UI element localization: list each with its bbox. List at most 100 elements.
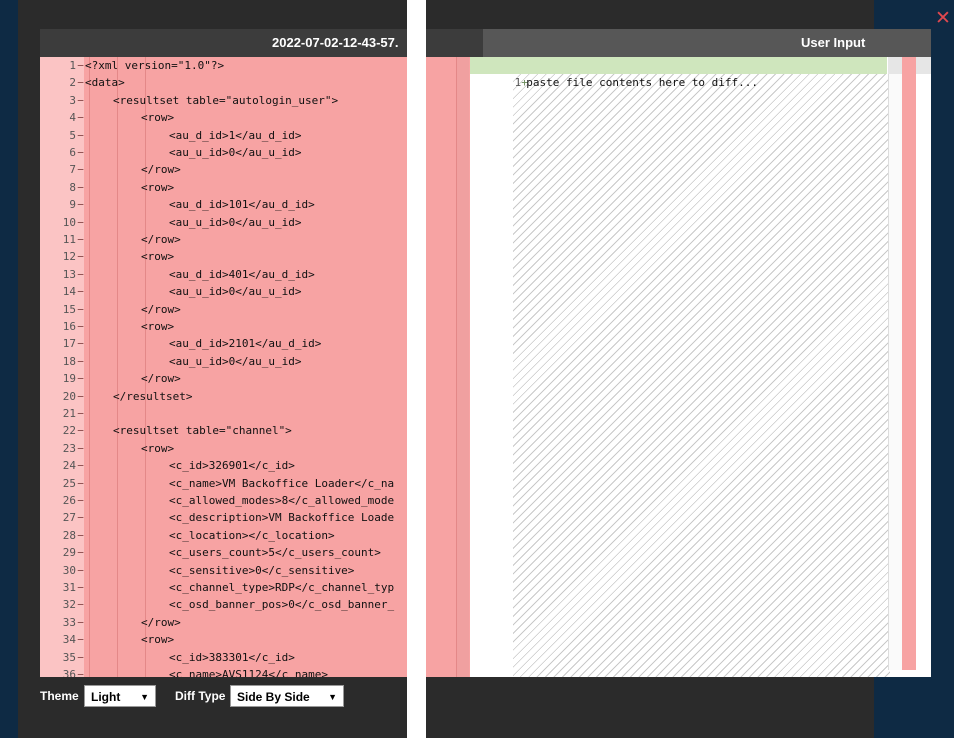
removed-marker: −: [77, 633, 84, 647]
code-line: 2−<data>: [40, 74, 407, 91]
diff-type-label: Diff Type: [175, 689, 226, 703]
code-text: </row>: [141, 233, 181, 246]
code-line: 4− <row>: [40, 109, 407, 126]
left-code-view[interactable]: 1−<?xml version="1.0"?> 2−<data> 3− <result…: [40, 57, 407, 677]
right-line-1[interactable]: 1+paste file contents here to diff...: [470, 57, 887, 89]
code-line: 19− </row>: [40, 370, 407, 387]
code-text: <au_d_id>401</au_d_id>: [169, 267, 315, 281]
code-text: <c_id>326901</c_id>: [169, 459, 295, 473]
code-line: 12− <row>: [40, 248, 407, 265]
removed-marker: −: [77, 563, 84, 577]
code-line: 11− </row>: [40, 231, 407, 248]
code-text: <row>: [141, 320, 175, 333]
chevron-down-icon: ▼: [140, 692, 149, 702]
line-number: 20: [62, 389, 76, 403]
line-number: 26: [62, 494, 76, 507]
code-text: </row>: [141, 615, 181, 629]
right-removed-gutter: [456, 57, 469, 677]
right-minimap: [888, 74, 903, 670]
removed-marker: −: [77, 163, 84, 177]
code-text: <c_location></c_location>: [169, 528, 335, 542]
code-text: <row>: [141, 633, 175, 647]
removed-marker: −: [77, 76, 84, 90]
line-number: 2: [69, 76, 76, 90]
right-file-header: User Input: [483, 29, 931, 57]
removed-marker: −: [77, 494, 84, 507]
code-line: 9− <au_d_id>101</au_d_id>: [40, 196, 407, 213]
code-text: </resultset>: [113, 389, 193, 403]
code-line: 27− <c_description>VM Backoffice Loade: [40, 509, 407, 526]
removed-marker: −: [77, 111, 84, 125]
code-text: <resultset table="channel">: [113, 424, 292, 438]
code-text: <au_d_id>2101</au_d_id>: [169, 337, 322, 351]
code-line: 20− </resultset>: [40, 388, 407, 405]
code-text: <row>: [141, 111, 175, 125]
removed-marker: −: [77, 389, 84, 403]
line-number: 4: [69, 111, 76, 125]
line-number: 1: [69, 59, 76, 72]
line-number: 27: [62, 511, 76, 525]
code-text: <au_u_id>0</au_u_id>: [169, 354, 302, 368]
line-number: 10: [62, 215, 76, 229]
code-line: 14− <au_u_id>0</au_u_id>: [40, 283, 407, 300]
code-line: 15− </row>: [40, 301, 407, 318]
code-line: 17− <au_d_id>2101</au_d_id>: [40, 335, 407, 352]
line-number: 23: [62, 441, 76, 455]
code-line: 29− <c_users_count>5</c_users_count>: [40, 544, 407, 561]
removed-marker: −: [77, 198, 84, 212]
code-text: <row>: [141, 250, 175, 264]
close-icon[interactable]: ✕: [934, 9, 952, 28]
line-number: 7: [69, 163, 76, 177]
code-line: 24− <c_id>326901</c_id>: [40, 457, 407, 474]
code-text: <c_description>VM Backoffice Loade: [169, 511, 395, 525]
code-text: <c_sensitive>0</c_sensitive>: [169, 563, 355, 577]
removed-marker: −: [77, 441, 84, 455]
line-number: 12: [62, 250, 76, 264]
code-text: <au_u_id>0</au_u_id>: [169, 285, 302, 299]
line-number: 5: [69, 128, 76, 142]
code-line: 31− <c_channel_type>RDP</c_channel_typ: [40, 579, 407, 596]
removed-marker: −: [77, 459, 84, 473]
removed-marker: −: [77, 337, 84, 351]
removed-marker: −: [77, 650, 84, 664]
removed-marker: −: [77, 511, 84, 525]
code-text: <au_u_id>0</au_u_id>: [169, 215, 302, 229]
removed-marker: −: [77, 546, 84, 560]
code-line: 36− <c_name>AVS1124</c_name>: [40, 666, 407, 677]
code-line: 25− <c_name>VM Backoffice Loader</c_na: [40, 475, 407, 492]
right-header-gap: [426, 29, 483, 57]
right-scrollbar[interactable]: [902, 57, 916, 670]
code-line: 35− <c_id>383301</c_id>: [40, 649, 407, 666]
theme-select[interactable]: Light ▼: [84, 685, 156, 707]
right-file-title: User Input: [801, 35, 866, 50]
removed-marker: −: [77, 128, 84, 142]
removed-marker: −: [77, 215, 84, 229]
code-line: 1−<?xml version="1.0"?>: [40, 57, 407, 74]
right-line-number: 1: [514, 76, 522, 89]
removed-marker: −: [77, 302, 84, 316]
code-line: 7− </row>: [40, 161, 407, 178]
controls-bar: Theme Light ▼ Diff Type Side By Side ▼: [40, 678, 407, 716]
chevron-down-icon: ▼: [328, 692, 337, 702]
code-line: 5− <au_d_id>1</au_d_id>: [40, 127, 407, 144]
line-number: 18: [62, 354, 76, 368]
code-text: <?xml version="1.0"?>: [85, 59, 225, 72]
theme-label: Theme: [40, 689, 79, 703]
line-number: 14: [62, 285, 76, 299]
paste-placeholder: paste file contents here to diff...: [526, 76, 759, 89]
code-text: <c_name>VM Backoffice Loader</c_na: [169, 476, 395, 490]
diff-type-select[interactable]: Side By Side ▼: [230, 685, 344, 707]
line-number: 34: [62, 633, 76, 647]
diff-type-value: Side By Side: [237, 690, 310, 704]
removed-marker: −: [77, 372, 84, 386]
line-number: 6: [69, 146, 76, 159]
code-line: 23− <row>: [40, 440, 407, 457]
line-number: 28: [62, 528, 76, 542]
code-text: <au_d_id>101</au_d_id>: [169, 198, 315, 212]
removed-marker: −: [77, 354, 84, 368]
code-text: <c_id>383301</c_id>: [169, 650, 295, 664]
line-number: 19: [62, 372, 76, 386]
line-number: 29: [62, 546, 76, 560]
line-number: 11: [62, 233, 76, 246]
removed-marker: −: [77, 59, 84, 72]
